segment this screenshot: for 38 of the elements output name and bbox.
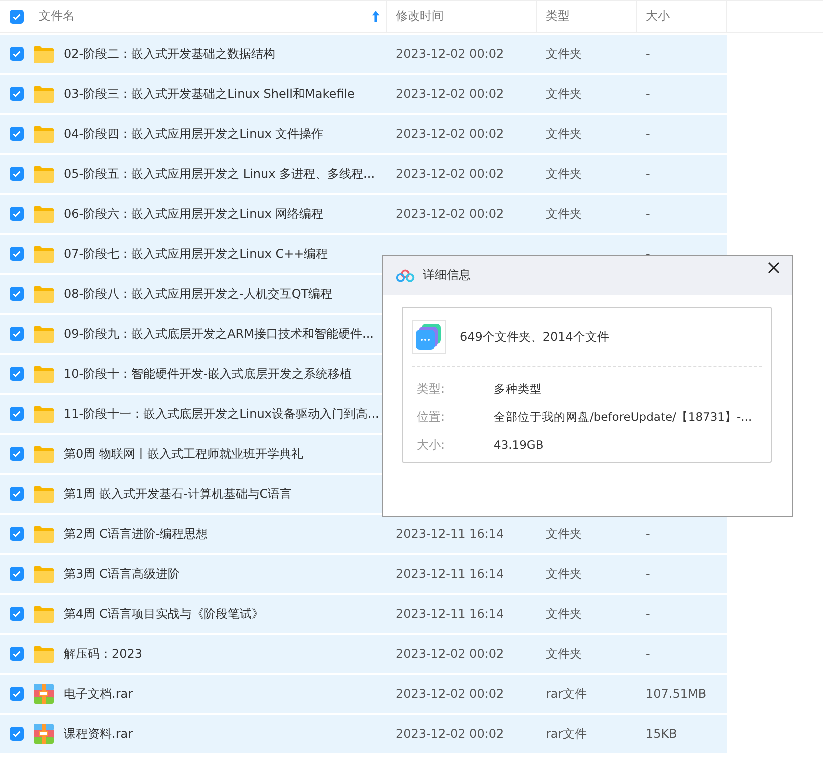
field-value: 43.19GB bbox=[494, 438, 544, 452]
file-size: - bbox=[646, 647, 650, 661]
file-type: 文件夹 bbox=[546, 646, 582, 662]
modified-time: 2023-12-02 00:02 bbox=[396, 127, 504, 141]
selection-summary: 649个文件夹、2014个文件 bbox=[460, 328, 610, 346]
file-type: 文件夹 bbox=[546, 126, 582, 142]
modified-time: 2023-12-11 16:14 bbox=[396, 567, 504, 581]
file-size: - bbox=[646, 167, 650, 181]
file-type: 文件夹 bbox=[546, 206, 582, 222]
file-size: - bbox=[646, 127, 650, 141]
file-type: 文件夹 bbox=[546, 606, 582, 622]
modified-time: 2023-12-02 00:02 bbox=[396, 207, 504, 221]
file-type: 文件夹 bbox=[546, 526, 582, 542]
file-size: - bbox=[646, 207, 650, 221]
modified-time: 2023-12-02 00:02 bbox=[396, 647, 504, 661]
modified-time: 2023-12-02 00:02 bbox=[396, 47, 504, 61]
file-size: - bbox=[646, 567, 650, 581]
file-size: 15KB bbox=[646, 727, 678, 741]
file-type: 文件夹 bbox=[546, 166, 582, 182]
modified-time: 2023-12-02 00:02 bbox=[396, 687, 504, 701]
file-size: - bbox=[646, 527, 650, 541]
file-type: 文件夹 bbox=[546, 46, 582, 62]
modified-time: 2023-12-11 16:14 bbox=[396, 527, 504, 541]
file-size: 107.51MB bbox=[646, 687, 707, 701]
modified-time: 2023-12-11 16:14 bbox=[396, 607, 504, 621]
file-type: 文件夹 bbox=[546, 86, 582, 102]
field-label: 位置: bbox=[417, 408, 446, 426]
file-size: - bbox=[646, 247, 650, 261]
modified-time: 2023-12-02 00:02 bbox=[396, 87, 504, 101]
file-size: - bbox=[646, 87, 650, 101]
field-label: 大小: bbox=[417, 436, 446, 454]
modified-time: 2023-12-02 00:02 bbox=[396, 167, 504, 181]
file-size: - bbox=[646, 47, 650, 61]
file-type: 文件夹 bbox=[546, 566, 582, 582]
file-type: rar文件 bbox=[546, 726, 588, 742]
modified-time: 2023-12-02 00:02 bbox=[396, 727, 504, 741]
file-size: - bbox=[646, 607, 650, 621]
file-type: rar文件 bbox=[546, 686, 588, 702]
